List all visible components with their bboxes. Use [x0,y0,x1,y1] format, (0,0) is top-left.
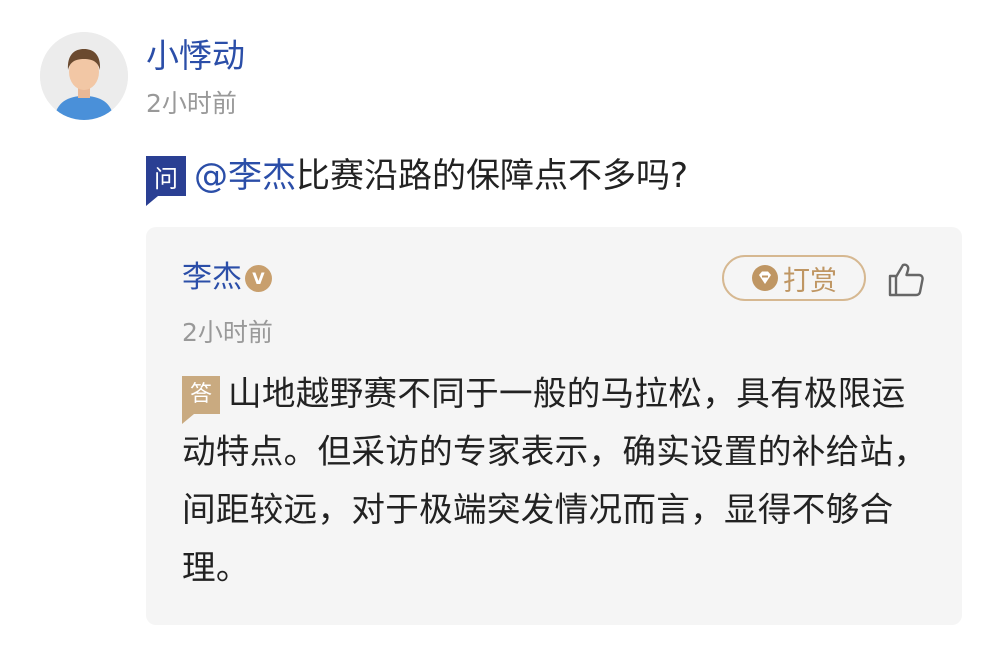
answerer: 李杰 V [182,257,272,299]
user-avatar-icon [40,32,128,120]
verified-icon: V [245,264,272,292]
reward-icon [752,265,778,291]
question-text: 比赛沿路的保障点不多吗? [296,156,689,196]
answer-badge: 答 [182,376,220,424]
question-badge: 问 [146,156,186,206]
tip-button[interactable]: 打赏 [722,255,866,301]
tip-label: 打赏 [783,265,837,297]
user-avatar[interactable] [40,32,128,120]
answer-text: 山地越野赛不同于一般的马拉松，具有极限运动特点。但采访的专家表示，确实设置的补给… [182,374,928,587]
answer-body: 答山地越野赛不同于一般的马拉松，具有极限运动特点。但采访的专家表示，确实设置的补… [182,365,932,597]
post-time: 2小时前 [146,89,237,118]
mention-link[interactable]: @李杰 [194,150,296,202]
thumbs-up-icon[interactable] [886,259,926,299]
answerer-name[interactable]: 李杰 [182,257,242,299]
answer-card: 李杰 V 2小时前 打赏 答山地越野赛不同于一般的马拉松，具有极限运动特点。但采… [146,227,962,625]
question: 问 @李杰 比赛沿路的保障点不多吗? [146,150,689,206]
username[interactable]: 小悸动 [146,34,245,78]
answer-time: 2小时前 [182,318,273,347]
